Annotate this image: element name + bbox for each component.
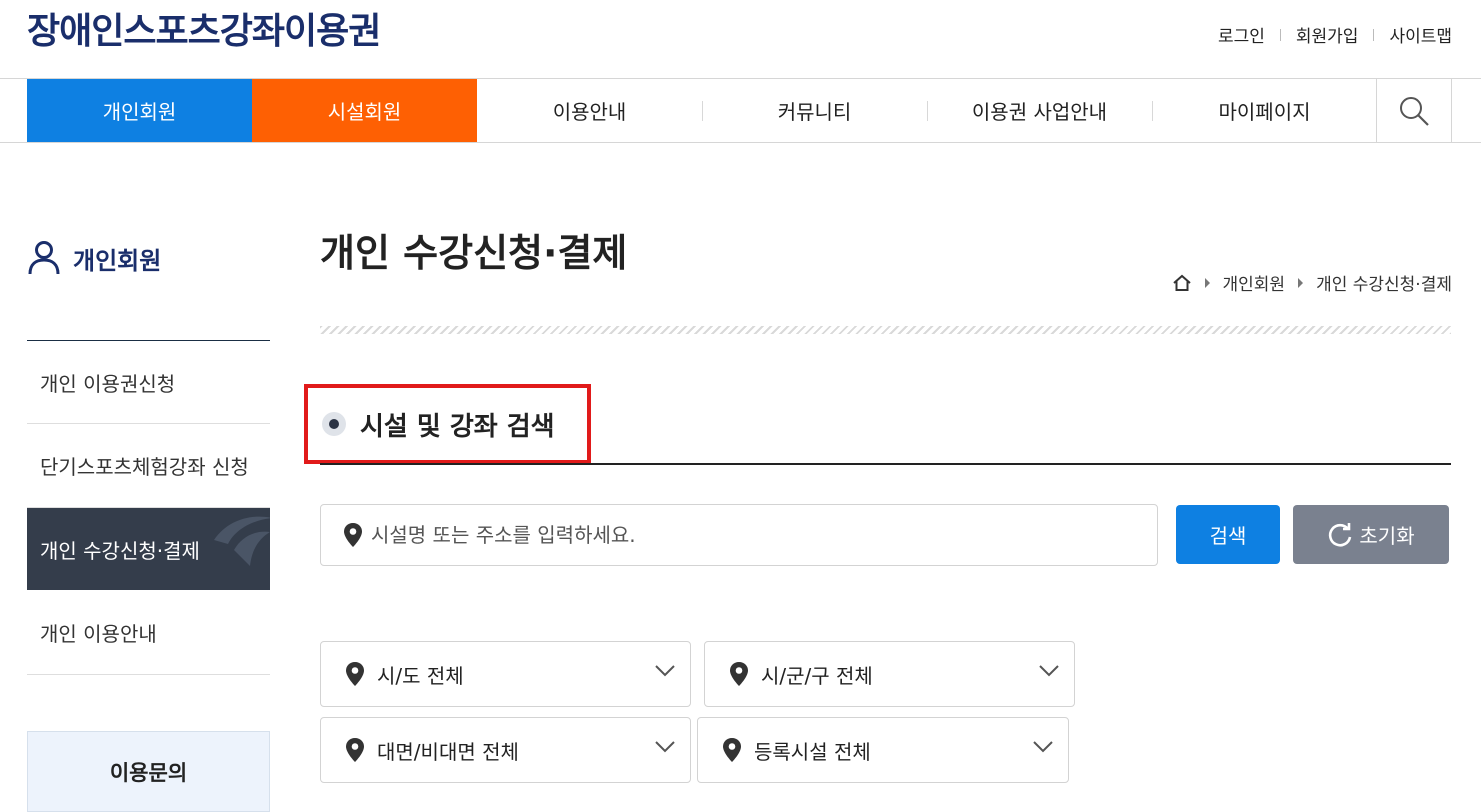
gnb-search-button[interactable]	[1376, 79, 1452, 142]
chevron-down-icon	[1033, 741, 1053, 753]
delivery-type-select[interactable]: 대면/비대면 전체	[320, 717, 691, 783]
search-button[interactable]: 검색	[1176, 505, 1280, 564]
home-icon[interactable]	[1172, 274, 1192, 292]
location-pin-icon	[723, 738, 741, 762]
chevron-down-icon	[655, 741, 675, 753]
sidebar-item-voucher-apply[interactable]: 개인 이용권신청	[27, 341, 270, 424]
sidebar-item-usage-guide[interactable]: 개인 이용안내	[27, 590, 270, 675]
facility-search-field[interactable]	[320, 504, 1158, 566]
reset-button-label: 초기화	[1359, 524, 1415, 548]
gnb-usage-guide[interactable]: 이용안내	[477, 79, 702, 142]
sitemap-link[interactable]: 사이트맵	[1389, 22, 1452, 47]
bullet-icon	[322, 412, 346, 436]
breadcrumb-item[interactable]: 개인회원	[1223, 270, 1286, 295]
gnb-community[interactable]: 커뮤니티	[702, 79, 927, 142]
breadcrumb-arrow-icon	[1204, 277, 1210, 288]
region-select[interactable]: 시/도 전체	[320, 641, 691, 707]
hatch-divider	[320, 326, 1451, 334]
location-pin-icon	[346, 738, 364, 762]
chevron-down-icon	[655, 665, 675, 677]
section-title: 시설 및 강좌 검색	[360, 411, 555, 442]
search-icon	[1400, 96, 1429, 126]
contact-box[interactable]: 이용문의	[27, 731, 270, 812]
person-icon	[28, 241, 60, 275]
breadcrumb: 개인회원 개인 수강신청·결제	[1172, 270, 1452, 295]
sidebar-title: 개인회원	[27, 240, 176, 276]
section-underline	[320, 463, 1451, 465]
location-pin-icon	[344, 523, 362, 547]
gnb-facility-member[interactable]: 시설회원	[252, 79, 477, 142]
location-pin-icon	[730, 662, 748, 686]
registered-facility-select[interactable]: 등록시설 전체	[697, 717, 1069, 783]
chevron-down-icon	[1039, 665, 1059, 677]
gnb-personal-member[interactable]: 개인회원	[27, 79, 252, 142]
reset-button[interactable]: 초기화	[1293, 505, 1449, 564]
signup-link[interactable]: 회원가입	[1296, 22, 1359, 47]
utility-nav: 로그인 회원가입 사이트맵	[1218, 22, 1452, 47]
refresh-icon	[1329, 522, 1352, 546]
sidebar-title-label: 개인회원	[64, 241, 176, 276]
location-pin-icon	[346, 662, 364, 686]
login-link[interactable]: 로그인	[1218, 22, 1265, 47]
delivery-type-select-value: 대면/비대면 전체	[377, 739, 519, 764]
util-divider	[1373, 28, 1375, 41]
gnb-mypage[interactable]: 마이페이지	[1152, 79, 1377, 142]
sidebar-item-course-payment[interactable]: 개인 수강신청·결제	[27, 508, 270, 590]
breadcrumb-arrow-icon	[1298, 277, 1304, 288]
district-select[interactable]: 시/군/구 전체	[704, 641, 1075, 707]
breadcrumb-current: 개인 수강신청·결제	[1316, 275, 1452, 295]
gnb-voucher-business[interactable]: 이용권 사업안내	[927, 79, 1152, 142]
sidebar-item-short-course[interactable]: 단기스포츠체험강좌 신청	[27, 424, 270, 508]
site-logo[interactable]: 장애인스포츠강좌이용권	[27, 2, 381, 54]
global-nav: 개인회원 시설회원 이용안내 커뮤니티 이용권 사업안내 마이페이지	[0, 78, 1481, 143]
util-divider	[1279, 28, 1281, 41]
district-select-value: 시/군/구 전체	[761, 663, 873, 688]
sidebar-item-label: 개인 수강신청·결제	[40, 538, 200, 563]
registered-facility-select-value: 등록시설 전체	[754, 739, 871, 764]
section-heading: 시설 및 강좌 검색	[304, 384, 591, 464]
facility-search-input[interactable]	[371, 523, 1131, 547]
region-select-value: 시/도 전체	[377, 663, 464, 688]
swoosh-decoration-icon	[214, 516, 270, 566]
page-title: 개인 수강신청·결제	[320, 231, 628, 275]
